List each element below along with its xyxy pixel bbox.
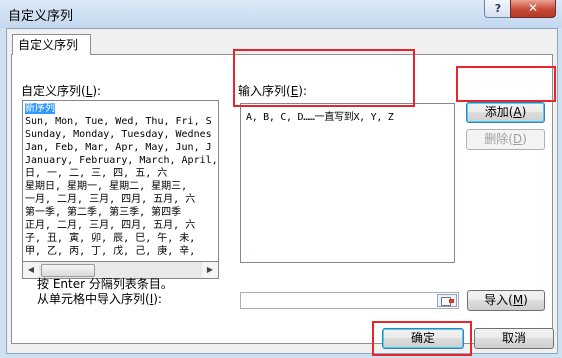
import-from-cells-label: 从单元格中导入序列(I): (37, 292, 162, 306)
list-item-selected[interactable]: 新序列 (25, 103, 55, 114)
dialog-body: 自定义序列 自定义序列(L): 新序列 Sun, Mon, Tue, Wed, T… (6, 28, 558, 354)
list-entries-text: A, B, C, D……一直写到X, Y, Z (246, 112, 394, 123)
list-item[interactable]: 子, 丑, 寅, 卯, 辰, 巳, 午, 未, (25, 233, 195, 244)
help-icon: ? (494, 2, 502, 15)
list-entries-textarea[interactable]: A, B, C, D……一直写到X, Y, Z (240, 103, 455, 263)
list-item[interactable]: 正月, 二月, 三月, 四月, 五月, 六 (25, 220, 195, 231)
add-button[interactable]: 添加(A) (466, 102, 545, 123)
list-item[interactable]: January, February, March, April, (25, 155, 218, 166)
tab-panel: 自定义序列(L): 新序列 Sun, Mon, Tue, Wed, Thu, Fr… (11, 54, 553, 344)
window-title: 自定义序列 (8, 9, 74, 24)
list-item[interactable]: 日, 一, 二, 三, 四, 五, 六 (25, 168, 167, 179)
list-item[interactable]: Sun, Mon, Tue, Wed, Thu, Fri, S (25, 116, 212, 127)
help-button[interactable]: ? (484, 0, 512, 18)
collapse-dialog-button[interactable] (437, 294, 457, 307)
list-entries-label: 输入序列(E): (238, 84, 308, 98)
close-button[interactable]: ✕ (510, 0, 556, 18)
custom-lists-label: 自定义序列(L): (21, 84, 102, 98)
tab-custom-lists[interactable]: 自定义序列 (12, 34, 91, 55)
list-item[interactable]: 星期日, 星期一, 星期二, 星期三, (25, 181, 187, 192)
ok-button[interactable]: 确定 (382, 328, 464, 349)
list-item[interactable]: 甲, 乙, 丙, 丁, 戊, 己, 庚, 辛, (25, 246, 195, 257)
import-range-input[interactable] (240, 292, 459, 309)
import-button[interactable]: 导入(M) (467, 290, 545, 311)
title-bar: 自定义序列 ? ✕ (0, 0, 562, 28)
list-item[interactable]: Jan, Feb, Mar, Apr, May, Jun, J (25, 142, 212, 153)
list-item[interactable]: 一月, 二月, 三月, 四月, 五月, 六 (25, 194, 195, 205)
list-item[interactable]: 第一季, 第二季, 第三季, 第四季 (25, 207, 181, 218)
close-icon: ✕ (527, 1, 539, 15)
custom-lists-listbox[interactable]: 新序列 Sun, Mon, Tue, Wed, Thu, Fri, S Sunday… (22, 100, 219, 262)
list-item[interactable]: Sunday, Monday, Tuesday, Wednes (25, 129, 212, 140)
delete-button[interactable]: 删除(D) (466, 129, 545, 150)
scroll-right-icon[interactable]: ▶ (202, 262, 218, 278)
cancel-button[interactable]: 取消 (474, 328, 554, 349)
